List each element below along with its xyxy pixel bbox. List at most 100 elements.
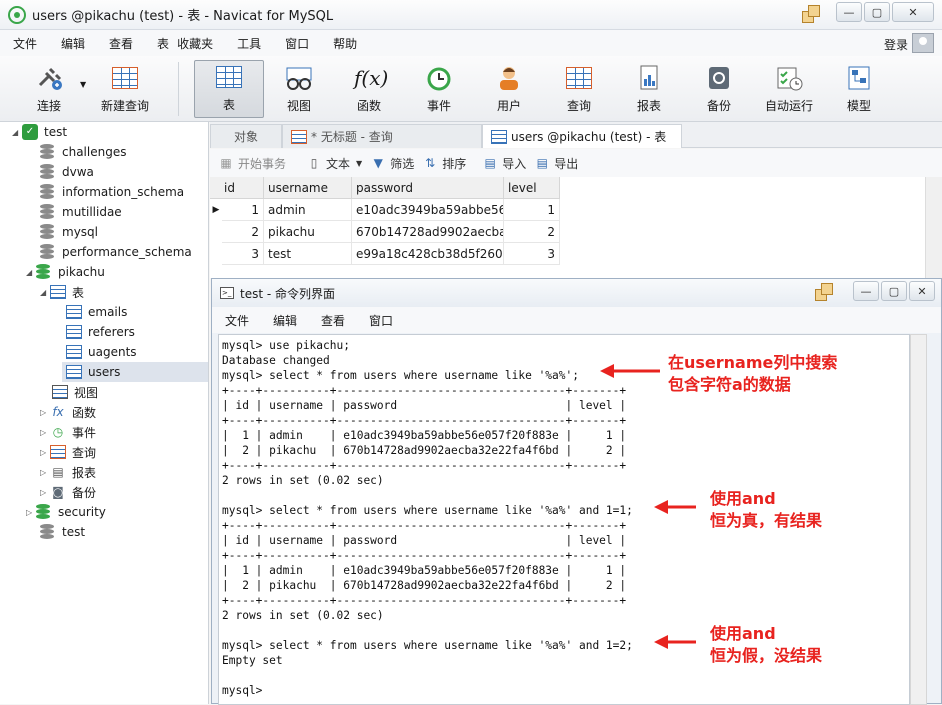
queries-button[interactable]: 查询: [546, 60, 612, 118]
cell-username[interactable]: admin: [264, 199, 352, 221]
functions-button[interactable]: f(x) 函数: [336, 60, 402, 118]
tab-users-table[interactable]: users @pikachu (test) - 表: [482, 124, 682, 148]
tree-db-performance-schema[interactable]: performance_schema: [40, 242, 192, 262]
tree-group-functions[interactable]: ▷ fx 函数: [40, 402, 96, 422]
table-icon: [66, 325, 82, 339]
tree-table-uagents[interactable]: uagents: [66, 342, 137, 362]
main-toolbar: 连接 ▼ 新建查询 表 视图 f(x) 函数 事件 用户 查询 报表 备份 自动…: [0, 56, 942, 122]
sort-button[interactable]: ⇅ 排序: [422, 155, 466, 172]
expand-arrow-icon[interactable]: ▷: [40, 488, 50, 497]
tab-untitled-query[interactable]: * 无标题 - 查询: [282, 124, 482, 148]
tree-db-mysql[interactable]: mysql: [40, 222, 98, 242]
menu-edit[interactable]: 编辑: [49, 35, 97, 52]
cell-password[interactable]: 670b14728ad9902aecba3: [352, 221, 504, 243]
events-button[interactable]: 事件: [406, 60, 472, 118]
chevron-down-icon[interactable]: ▼: [80, 80, 86, 89]
console-line: +----+----------+-----------------------…: [222, 594, 627, 607]
login-link[interactable]: 登录: [884, 36, 908, 53]
model-button[interactable]: 模型: [826, 60, 892, 118]
cell-id[interactable]: 1: [222, 199, 264, 221]
tree-group-reports[interactable]: ▷ ▤ 报表: [40, 462, 96, 482]
console-menu-window[interactable]: 窗口: [357, 312, 405, 329]
views-button[interactable]: 视图: [266, 60, 332, 118]
console-scrollbar[interactable]: [910, 334, 927, 705]
expand-arrow-icon[interactable]: ▷: [26, 508, 36, 517]
import-button[interactable]: ▤ 导入: [482, 155, 527, 172]
avatar[interactable]: [912, 33, 934, 53]
menu-window[interactable]: 窗口: [273, 35, 321, 52]
tree-db-mutillidae[interactable]: mutillidae: [40, 202, 122, 222]
tree-table-referers[interactable]: referers: [66, 322, 135, 342]
cell-level[interactable]: 1: [504, 199, 560, 221]
menu-table[interactable]: 表: [145, 35, 173, 52]
column-header-password[interactable]: password: [352, 177, 504, 199]
connect-button[interactable]: 连接: [16, 60, 82, 118]
current-row-marker-icon: ▶: [212, 205, 220, 215]
menu-help[interactable]: 帮助: [321, 35, 369, 52]
new-query-button[interactable]: 新建查询: [92, 60, 158, 118]
cell-username[interactable]: test: [264, 243, 352, 265]
table-row[interactable]: 2 pikachu 670b14728ad9902aecba3 2: [210, 221, 560, 243]
tree-group-views[interactable]: 视图: [52, 382, 98, 402]
export-button[interactable]: ▤ 导出: [534, 155, 579, 172]
expand-arrow-icon[interactable]: ▷: [40, 408, 50, 417]
expand-arrow-icon[interactable]: ▷: [40, 468, 50, 477]
begin-transaction-button[interactable]: ▦ 开始事务: [218, 155, 286, 172]
column-header-id[interactable]: id: [210, 177, 264, 199]
schedule-button[interactable]: 自动运行: [756, 60, 822, 118]
cell-password[interactable]: e99a18c428cb38d5f2608!: [352, 243, 504, 265]
expand-arrow-icon[interactable]: ▷: [40, 428, 50, 437]
tree-db-security[interactable]: ▷ security: [26, 502, 106, 522]
cell-password[interactable]: e10adc3949ba59abbe56e: [352, 199, 504, 221]
menu-favorites[interactable]: 收藏夹: [173, 35, 225, 52]
menu-view[interactable]: 查看: [97, 35, 145, 52]
tree-db-information-schema[interactable]: information_schema: [40, 182, 184, 202]
cell-id[interactable]: 2: [222, 221, 264, 243]
tree-group-queries[interactable]: ▷ 查询: [40, 442, 96, 462]
console-minimize-button[interactable]: —: [853, 281, 879, 301]
column-header-username[interactable]: username: [264, 177, 352, 199]
tree-db-pikachu[interactable]: ◢ pikachu: [26, 262, 105, 282]
cell-username[interactable]: pikachu: [264, 221, 352, 243]
maximize-button[interactable]: ▢: [864, 2, 890, 22]
tree-group-backup[interactable]: ▷ ◙ 备份: [40, 482, 96, 502]
expand-arrow-icon[interactable]: ◢: [12, 128, 22, 137]
expand-arrow-icon[interactable]: ◢: [26, 268, 36, 277]
console-line: | 2 | pikachu | 670b14728ad9902aecba32e2…: [222, 444, 627, 457]
filter-button[interactable]: ▼ 筛选: [370, 155, 415, 172]
tree-db-challenges[interactable]: challenges: [40, 142, 126, 162]
stack-windows-icon[interactable]: [802, 5, 824, 25]
tree-connection-test[interactable]: ◢ ✓ test: [12, 122, 67, 142]
tree-table-users[interactable]: users: [62, 362, 208, 382]
reports-button[interactable]: 报表: [616, 60, 682, 118]
tree-table-emails[interactable]: emails: [66, 302, 127, 322]
column-header-level[interactable]: level: [504, 177, 560, 199]
stack-windows-icon[interactable]: [815, 283, 837, 303]
tree-group-events[interactable]: ▷ ◷ 事件: [40, 422, 96, 442]
cell-level[interactable]: 3: [504, 243, 560, 265]
tables-button[interactable]: 表: [194, 60, 264, 118]
console-maximize-button[interactable]: ▢: [881, 281, 907, 301]
expand-arrow-icon[interactable]: ◢: [40, 288, 50, 297]
users-button[interactable]: 用户: [476, 60, 542, 118]
cell-id[interactable]: 3: [222, 243, 264, 265]
tree-group-tables[interactable]: ◢ 表: [40, 282, 84, 302]
cell-level[interactable]: 2: [504, 221, 560, 243]
table-row[interactable]: 3 test e99a18c428cb38d5f2608! 3: [210, 243, 560, 265]
expand-arrow-icon[interactable]: ▷: [40, 448, 50, 457]
grid-scrollbar[interactable]: [925, 177, 942, 278]
close-button[interactable]: ✕: [892, 2, 934, 22]
tree-db-test[interactable]: test: [40, 522, 85, 542]
console-menu-view[interactable]: 查看: [309, 312, 357, 329]
menu-file[interactable]: 文件: [0, 35, 49, 52]
tab-objects[interactable]: 对象: [210, 124, 282, 148]
minimize-button[interactable]: —: [836, 2, 862, 22]
table-row[interactable]: ▶ 1 admin e10adc3949ba59abbe56e 1: [210, 199, 560, 221]
console-close-button[interactable]: ✕: [909, 281, 935, 301]
console-menu-edit[interactable]: 编辑: [261, 312, 309, 329]
menu-tools[interactable]: 工具: [225, 35, 273, 52]
backup-button[interactable]: 备份: [686, 60, 752, 118]
tree-db-dvwa[interactable]: dvwa: [40, 162, 94, 182]
console-menu-file[interactable]: 文件: [212, 312, 261, 329]
text-button[interactable]: ▯ 文本 ▼: [306, 155, 362, 172]
